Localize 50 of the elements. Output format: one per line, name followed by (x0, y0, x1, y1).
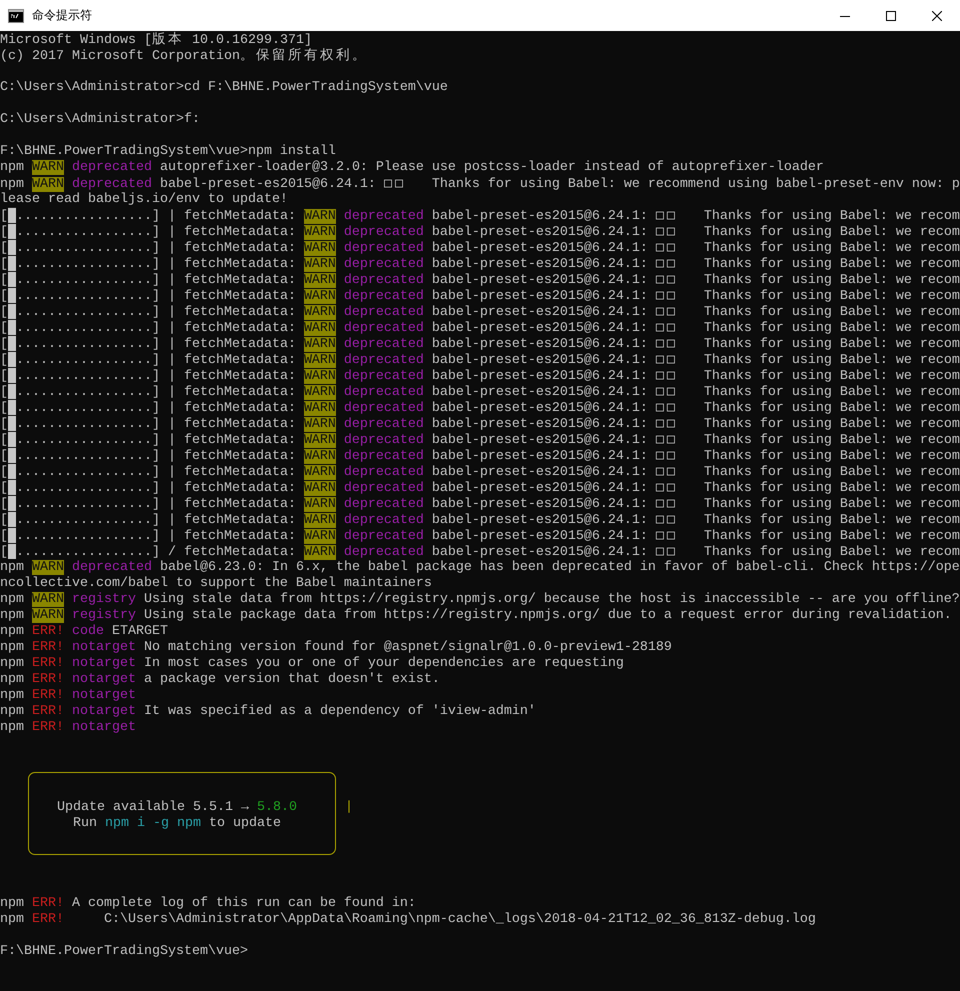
console-line: npm ERR! C:\Users\Administrator\AppData\Roaming\npm-cache\_logs\2018-04-21T12_02_36_813Z-debug.log (0, 912, 816, 928)
console-line: lease read babeljs.io/env to update! (0, 192, 288, 208)
console-line: ncollective.com/babel to support the Babel maintainers (0, 576, 432, 592)
console-line: [█.................] | fetchMetadata: WARN deprecated babel-preset-es2015@6.24.1: □□ Thanks for using Babel: we recom (0, 528, 960, 544)
console-line: npm ERR! notarget It was specified as a dependency of 'iview-admin' (0, 704, 536, 720)
console-line: Microsoft Windows [版本 10.0.16299.371] (0, 32, 312, 48)
console-line: C:\Users\Administrator>cd F:\BHNE.PowerTradingSystem\vue (0, 80, 448, 96)
console-line: [█.................] | fetchMetadata: WARN deprecated babel-preset-es2015@6.24.1: □□ Thanks for using Babel: we recom (0, 512, 960, 528)
console-line: npm ERR! A complete log of this run can be found in: (0, 896, 416, 912)
console-line: npm WARN deprecated babel@6.23.0: In 6.x, the babel package has been deprecated in favor of babel-cli. Check https://ope (0, 560, 960, 576)
console-line: [█.................] | fetchMetadata: WARN deprecated babel-preset-es2015@6.24.1: □□ Thanks for using Babel: we recom (0, 480, 960, 496)
console-line: [█.................] | fetchMetadata: WARN deprecated babel-preset-es2015@6.24.1: □□ Thanks for using Babel: we recom (0, 384, 960, 400)
console-line: npm ERR! notarget In most cases you or one of your dependencies are requesting (0, 656, 624, 672)
console-line: npm ERR! notarget No matching version found for @aspnet/signalr@1.0.0-preview1-28189 (0, 640, 672, 656)
console-line: [█.................] | fetchMetadata: WARN deprecated babel-preset-es2015@6.24.1: □□ Thanks for using Babel: we recom (0, 416, 960, 432)
console-line: [█.................] | fetchMetadata: WARN deprecated babel-preset-es2015@6.24.1: □□ Thanks for using Babel: we recom (0, 368, 960, 384)
console-line: [█.................] | fetchMetadata: WARN deprecated babel-preset-es2015@6.24.1: □□ Thanks for using Babel: we recom (0, 224, 960, 240)
console-line: npm ERR! notarget a package version that doesn't exist. (0, 672, 440, 688)
console-line: npm WARN registry Using stale package data from https://registry.npmjs.org/ due to a request error during revalidation. (0, 608, 952, 624)
console-line: [█.................] | fetchMetadata: WARN deprecated babel-preset-es2015@6.24.1: □□ Thanks for using Babel: we recom (0, 272, 960, 288)
console-line: [█.................] | fetchMetadata: WARN deprecated babel-preset-es2015@6.24.1: □□ Thanks for using Babel: we recom (0, 240, 960, 256)
window-title: 命令提示符 (32, 7, 93, 24)
console-line: npm ERR! notarget (0, 688, 136, 704)
console-line: [█.................] | fetchMetadata: WARN deprecated babel-preset-es2015@6.24.1: □□ Thanks for using Babel: we recom (0, 336, 960, 352)
console-line: [█.................] | fetchMetadata: WARN deprecated babel-preset-es2015@6.24.1: □□ Thanks for using Babel: we recom (0, 448, 960, 464)
console-line: F:\BHNE.PowerTradingSystem\vue> (0, 944, 248, 960)
console-line: [█.................] | fetchMetadata: WARN deprecated babel-preset-es2015@6.24.1: □□ Thanks for using Babel: we recom (0, 208, 960, 224)
console-line: npm ERR! code ETARGET (0, 624, 168, 640)
console-line: [█.................] | fetchMetadata: WARN deprecated babel-preset-es2015@6.24.1: □□ Thanks for using Babel: we recom (0, 464, 960, 480)
console-line: [█.................] | fetchMetadata: WARN deprecated babel-preset-es2015@6.24.1: □□ Thanks for using Babel: we recom (0, 400, 960, 416)
console-line: [█.................] | fetchMetadata: WARN deprecated babel-preset-es2015@6.24.1: □□ Thanks for using Babel: we recom (0, 496, 960, 512)
console-line: [█.................] | fetchMetadata: WARN deprecated babel-preset-es2015@6.24.1: □□ Thanks for using Babel: we recom (0, 432, 960, 448)
console-line: npm WARN registry Using stale data from https://registry.npmjs.org/ because the host is inaccessible -- are you offline? (0, 592, 960, 608)
console-line: npm ERR! notarget (0, 720, 136, 736)
terminal-icon (8, 8, 24, 24)
console-line: F:\BHNE.PowerTradingSystem\vue>npm install (0, 144, 336, 160)
maximize-icon (886, 10, 896, 20)
console-line: npm WARN deprecated babel-preset-es2015@6.24.1: □□ Thanks for using Babel: we recommend using babel-preset-env now: p (0, 176, 960, 192)
console-line: [█.................] | fetchMetadata: WARN deprecated babel-preset-es2015@6.24.1: □□ Thanks for using Babel: we recom (0, 352, 960, 368)
console-line: npm WARN deprecated autoprefixer-loader@3.2.0: Please use postcss-loader instead of autoprefixer-loader (0, 160, 824, 176)
console-line: [█.................] / fetchMetadata: WARN deprecated babel-preset-es2015@6.24.1: □□ Thanks for using Babel: we recom (0, 544, 960, 560)
console-line: [█.................] | fetchMetadata: WARN deprecated babel-preset-es2015@6.24.1: □□ Thanks for using Babel: we recom (0, 256, 960, 272)
notice-line: Update available 5.5.1 → 5.8.0 | (57, 800, 353, 816)
console-line: [█.................] | fetchMetadata: WARN deprecated babel-preset-es2015@6.24.1: □□ Thanks for using Babel: we recom (0, 304, 960, 320)
console-line: C:\Users\Administrator>f: (0, 112, 200, 128)
console-line: [█.................] | fetchMetadata: WARN deprecated babel-preset-es2015@6.24.1: □□ Thanks for using Babel: we recom (0, 288, 960, 304)
notice-line: Run npm i -g npm to update (72, 816, 281, 832)
console-line: [█.................] | fetchMetadata: WARN deprecated babel-preset-es2015@6.24.1: □□ Thanks for using Babel: we recom (0, 320, 960, 336)
console-line: (c) 2017 Microsoft Corporation。保留所有权利。 (0, 48, 368, 64)
close-icon (932, 10, 942, 20)
